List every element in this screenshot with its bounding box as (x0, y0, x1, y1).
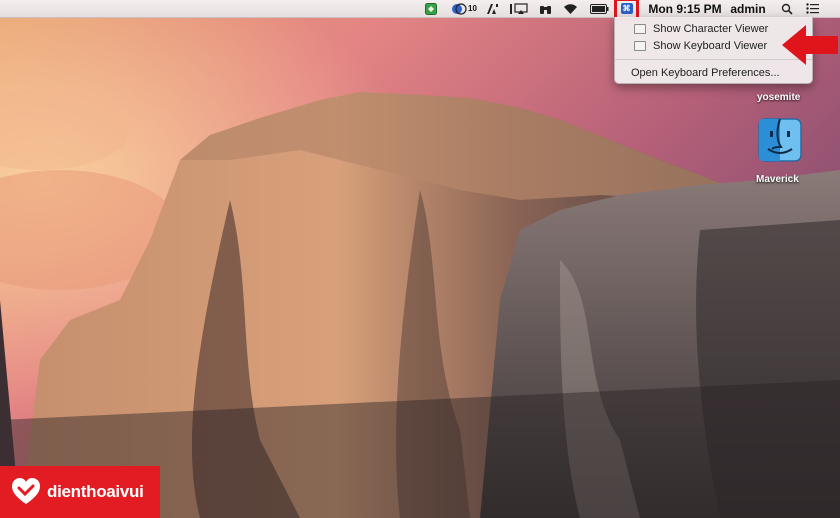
sync-icon (452, 2, 467, 15)
keyboard-viewer-icon (634, 40, 646, 51)
character-viewer-icon (634, 23, 646, 34)
brand-logo: dienthoaivui (0, 466, 160, 518)
finder-icon[interactable] (757, 117, 803, 163)
wifi-icon[interactable] (561, 0, 579, 17)
green-app-icon[interactable] (423, 0, 439, 17)
sync-status-item[interactable]: 10 (447, 0, 481, 17)
spotlight-search-icon[interactable] (779, 0, 795, 17)
notification-center-icon[interactable] (804, 0, 820, 17)
battery-icon[interactable] (589, 0, 609, 17)
clock[interactable]: Mon 9:15 PM (644, 0, 726, 17)
badge-count: 10 (468, 4, 477, 13)
adobe-icon[interactable] (484, 0, 500, 17)
menu-bar: 10 ⌘ Mon 9:15 PM admin (0, 0, 840, 21)
user-menu[interactable]: admin (728, 0, 768, 17)
pointer-arrow (782, 25, 838, 65)
desktop-item-yosemite[interactable]: yosemite (757, 92, 800, 103)
brand-name: dienthoaivui (47, 482, 144, 501)
binoculars-icon[interactable] (537, 0, 553, 17)
heart-logo-icon (12, 478, 40, 504)
desktop-item-maverick[interactable]: Maverick (756, 174, 799, 185)
airplay-icon[interactable] (513, 0, 529, 17)
